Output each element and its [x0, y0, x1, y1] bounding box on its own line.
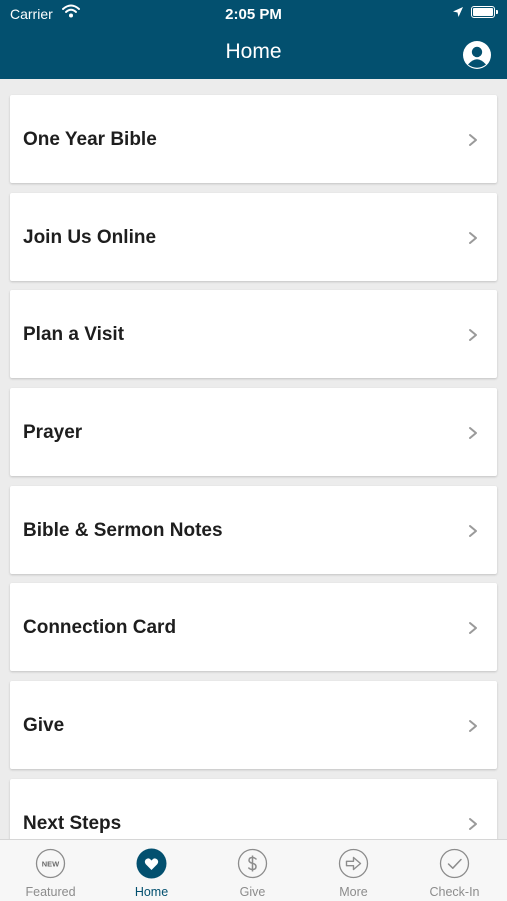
- tab-label: Featured: [25, 885, 76, 899]
- page-title: Home: [225, 40, 282, 63]
- tab-featured[interactable]: NEW Featured: [0, 840, 101, 901]
- tab-give[interactable]: Give: [202, 840, 303, 901]
- list-item-label: Join Us Online: [23, 226, 157, 248]
- heart-icon: [136, 848, 167, 879]
- new-badge-icon: NEW: [35, 848, 66, 879]
- chevron-right-icon: [469, 622, 477, 635]
- list-item-bible-sermon-notes[interactable]: Bible & Sermon Notes: [10, 485, 497, 574]
- tab-label: Home: [134, 885, 169, 899]
- list-item-plan-a-visit[interactable]: Plan a Visit: [10, 290, 497, 379]
- arrow-circle-icon: [338, 848, 369, 879]
- new-badge-text: NEW: [42, 860, 60, 869]
- location-arrow-icon: [453, 7, 463, 17]
- tab-label: Give: [239, 885, 266, 899]
- chevron-right-icon: [469, 427, 477, 440]
- status-time: 2:05 PM: [225, 6, 282, 23]
- tab-home[interactable]: Home: [101, 840, 202, 901]
- menu-list: One Year Bible Join Us Online Plan a Vis…: [10, 95, 497, 877]
- tab-more[interactable]: More: [303, 840, 404, 901]
- list-item-label: Bible & Sermon Notes: [23, 519, 223, 541]
- chevron-right-icon: [469, 134, 477, 146]
- list-item-label: Prayer: [23, 422, 83, 444]
- battery-icon: [471, 6, 498, 18]
- tab-bar: NEW Featured Home Give More Check-In: [0, 839, 507, 901]
- list-item-one-year-bible[interactable]: One Year Bible: [10, 95, 497, 183]
- navigation-bar: Carrier 2:05 PM Home: [0, 0, 507, 79]
- list-item-connection-card[interactable]: Connection Card: [10, 583, 497, 672]
- status-bar: Carrier 2:05 PM: [0, 0, 507, 28]
- tab-label: More: [339, 885, 368, 899]
- checkmark-icon: [439, 848, 470, 879]
- tab-check-in[interactable]: Check-In: [404, 840, 507, 901]
- list-item-label: One Year Bible: [23, 129, 157, 150]
- list-item-join-us-online[interactable]: Join Us Online: [10, 192, 497, 281]
- chevron-right-icon: [469, 817, 477, 830]
- tab-label: Check-In: [429, 885, 480, 899]
- list-item-give[interactable]: Give: [10, 681, 497, 770]
- chevron-right-icon: [469, 720, 477, 733]
- chevron-right-icon: [469, 524, 477, 537]
- profile-icon[interactable]: [462, 40, 492, 70]
- list-item-label: Give: [23, 715, 65, 737]
- list-item-label: Plan a Visit: [23, 324, 125, 346]
- chevron-right-icon: [469, 231, 477, 244]
- list-item-label: Connection Card: [23, 617, 177, 639]
- dollar-icon: [237, 848, 268, 879]
- list-item-prayer[interactable]: Prayer: [10, 388, 497, 477]
- chevron-right-icon: [469, 329, 477, 342]
